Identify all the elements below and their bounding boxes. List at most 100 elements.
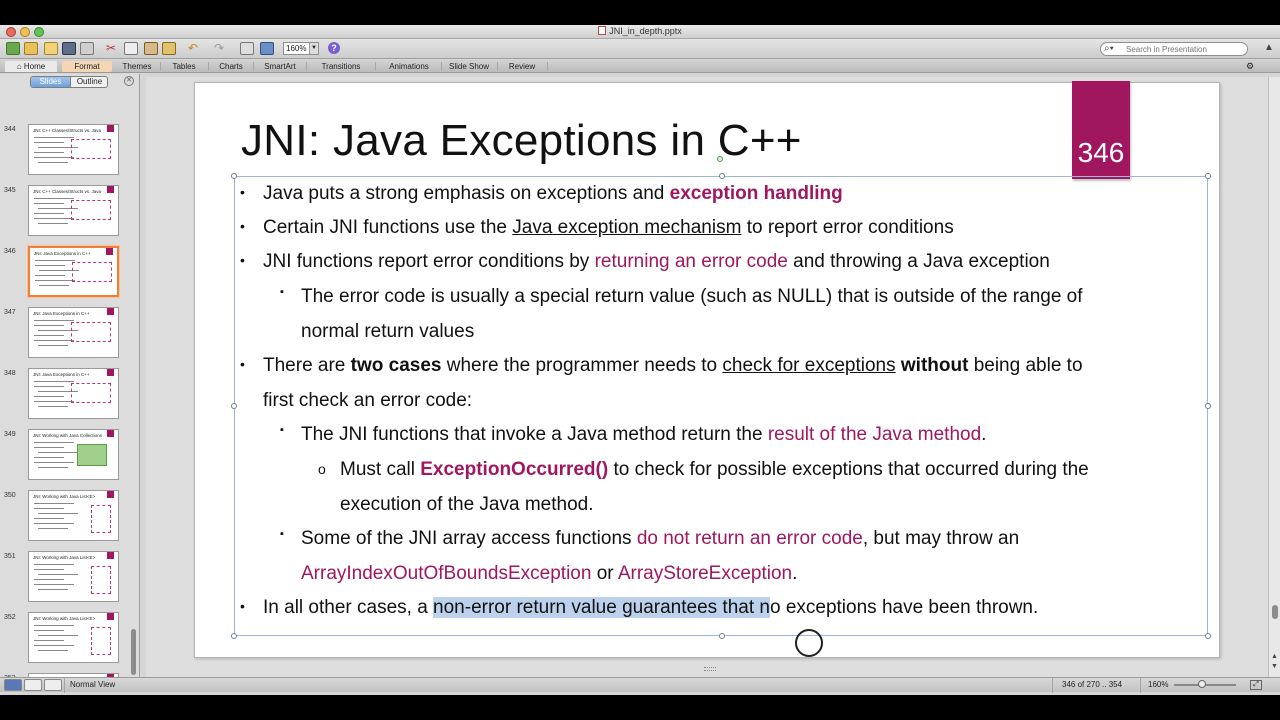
thumbnail-text-line — [35, 280, 75, 281]
slide-thumbnail-row[interactable]: 346 JNI: Java Exceptions in C++ — [0, 246, 139, 304]
redo-icon[interactable]: ↷ — [212, 42, 226, 55]
help-icon[interactable]: ? — [328, 42, 340, 54]
thumbnail-text-line — [38, 467, 68, 468]
slide-thumbnail[interactable]: JNI: C++ Classes/Structs vs. Java — [28, 124, 119, 175]
settings-gear-icon[interactable]: ⚙ — [1244, 61, 1256, 72]
slide-thumbnail-number-tag — [107, 125, 114, 132]
undo-icon[interactable]: ↶ — [186, 42, 200, 55]
scroll-thumb[interactable] — [1272, 605, 1278, 619]
slide-thumbnail-row[interactable]: 348 JNI: Java Exceptions in C++ — [0, 368, 139, 426]
fit-to-window-icon[interactable]: ⤢ — [1250, 680, 1262, 690]
tab-smartart[interactable]: SmartArt — [254, 61, 306, 72]
resize-handle-bottom-left[interactable] — [231, 633, 237, 639]
slide-thumbnail-row[interactable]: 345 JNI: C++ Classes/Structs vs. Java — [0, 185, 139, 243]
slide-show-view-icon[interactable] — [44, 679, 62, 691]
slide-thumbnail-row[interactable]: 351 JNI: Working with Java List<E> — [0, 551, 139, 609]
close-sidebar-icon[interactable]: ✕ — [124, 76, 134, 86]
slides-view-button[interactable]: Slides — [31, 77, 70, 87]
slide-thumbnail[interactable]: JNI: Java Exceptions in C++ — [28, 246, 119, 297]
slide-thumbnail-title: JNI: Java Exceptions in C++ — [34, 251, 91, 256]
gallery-icon[interactable] — [24, 42, 38, 55]
resize-handle-top-right[interactable] — [1205, 173, 1211, 179]
splitter-grip[interactable] — [704, 667, 716, 671]
thumbnail-text-line — [34, 142, 64, 143]
thumbnail-text-line — [34, 340, 74, 341]
toolbox-icon[interactable] — [240, 42, 254, 55]
tab-slide-show[interactable]: Slide Show — [442, 61, 496, 72]
rotate-handle[interactable] — [717, 156, 723, 162]
bullet-line-11: Some of the JNI array access functions d… — [301, 528, 1020, 549]
ribbon-toggle-icon[interactable]: ▲ — [1262, 42, 1276, 55]
bullet-line-13: In all other cases, a non-error return v… — [263, 597, 1039, 618]
tab-review[interactable]: Review — [498, 61, 546, 72]
outline-view-button[interactable]: Outline — [70, 77, 107, 87]
resize-handle-top[interactable] — [719, 173, 725, 179]
scroll-up-icon[interactable]: ▲ — [1271, 653, 1278, 660]
tab-animations[interactable]: Animations — [376, 61, 442, 72]
slide-thumbnail-row[interactable]: 349 JNI: Working with Java Collections — [0, 429, 139, 487]
thumbnail-text-line — [38, 406, 68, 407]
thumbnail-code-box — [71, 200, 111, 220]
resize-handle-bottom-right[interactable] — [1205, 633, 1211, 639]
slide-thumbnail[interactable]: JNI: Java Exceptions in C++ — [28, 368, 119, 419]
slide-thumbnail[interactable]: JNI: Working with Java List<E> — [28, 612, 119, 663]
tab-format[interactable]: Format — [62, 61, 112, 72]
format-painter-icon[interactable] — [162, 42, 176, 55]
normal-view-icon[interactable] — [4, 679, 22, 691]
resize-handle-bottom[interactable] — [719, 633, 725, 639]
save-icon[interactable] — [62, 42, 76, 55]
slide-count: 346 of 270 .. 354 — [1062, 680, 1123, 689]
slide-thumbnail-row[interactable]: 347 JNI: Java Exceptions in C++ — [0, 307, 139, 365]
vertical-scrollbar[interactable]: ▲ ▼ — [1268, 77, 1280, 677]
slide-thumbnail[interactable]: JNI: Working with Java List<E> — [28, 490, 119, 541]
resize-handle-top-left[interactable] — [231, 173, 237, 179]
tab-tables[interactable]: Tables — [162, 61, 206, 72]
open-icon[interactable] — [44, 42, 58, 55]
thumbnail-text-line — [34, 518, 64, 519]
powerpoint-window: JNI_in_depth.pptx ✂ ↶ ↷ 160%▼ ? ⌕▾ ▲ ⌂ H… — [0, 25, 1280, 695]
tab-charts[interactable]: Charts — [209, 61, 253, 72]
slide-thumbnail-title: JNI: Working with Java Collections — [33, 433, 102, 438]
bullet-line-12: ArrayIndexOutOfBoundsException or ArrayS… — [301, 563, 798, 584]
resize-handle-right[interactable] — [1205, 403, 1211, 409]
new-slide-icon[interactable] — [6, 42, 20, 55]
thumbnail-text-line — [35, 265, 65, 266]
bullet-marker: ▪ — [280, 424, 284, 436]
slide-sorter-icon[interactable] — [260, 42, 274, 55]
scroll-down-icon[interactable]: ▼ — [1271, 663, 1278, 670]
slide-thumbnail-number-tag — [107, 369, 114, 376]
cut-icon[interactable]: ✂ — [104, 42, 118, 55]
thumbnail-text-line — [38, 589, 68, 590]
thumbnail-text-line — [34, 584, 74, 585]
slide-thumbnail[interactable]: JNI: Java Exceptions in C++ — [28, 307, 119, 358]
zoom-select[interactable]: 160% ▼ — [283, 42, 319, 55]
sidebar-scrollbar[interactable] — [131, 629, 136, 675]
slide-thumbnail[interactable]: JNI: C++ Classes/Structs vs. Java — [28, 185, 119, 236]
slide-thumbnail-title: JNI: Working with Java List<E> — [33, 555, 96, 560]
slide-thumbnail-row[interactable]: 350 JNI: Working with Java List<E> — [0, 490, 139, 548]
selected-text[interactable]: non-error return value guarantees that n — [433, 597, 770, 618]
thumbnail-text-line — [34, 447, 64, 448]
slide-thumbnail-title: JNI: Working with Java List<E> — [33, 494, 96, 499]
paste-icon[interactable] — [144, 42, 158, 55]
slide-sorter-view-icon[interactable] — [24, 679, 42, 691]
copy-icon[interactable] — [124, 42, 138, 55]
slide-thumbnail-row[interactable]: 344 JNI: C++ Classes/Structs vs. Java — [0, 124, 139, 182]
mouse-cursor-ring — [795, 629, 823, 657]
tab-home[interactable]: ⌂ Home — [5, 61, 57, 72]
thumbnail-text-line — [34, 335, 64, 336]
thumbnail-text-line — [34, 645, 74, 646]
print-icon[interactable] — [80, 42, 94, 55]
thumbnail-text-line — [34, 381, 74, 382]
slide-thumbnail-number-tag — [107, 308, 114, 315]
search-input[interactable] — [1126, 44, 1244, 55]
zoom-slider-knob[interactable] — [1198, 680, 1206, 688]
tab-themes[interactable]: Themes — [115, 61, 159, 72]
slide-thumbnail[interactable]: JNI: Working with Java Collections — [28, 429, 119, 480]
view-mode-label: Normal View — [70, 680, 116, 689]
slide-thumbnail[interactable]: JNI: Working with Java List<E> — [28, 551, 119, 602]
thumbnail-text-line — [34, 640, 64, 641]
resize-handle-left[interactable] — [231, 403, 237, 409]
tab-transitions[interactable]: Transitions — [307, 61, 375, 72]
slide-thumbnail-row[interactable]: 352 JNI: Working with Java List<E> — [0, 612, 139, 670]
